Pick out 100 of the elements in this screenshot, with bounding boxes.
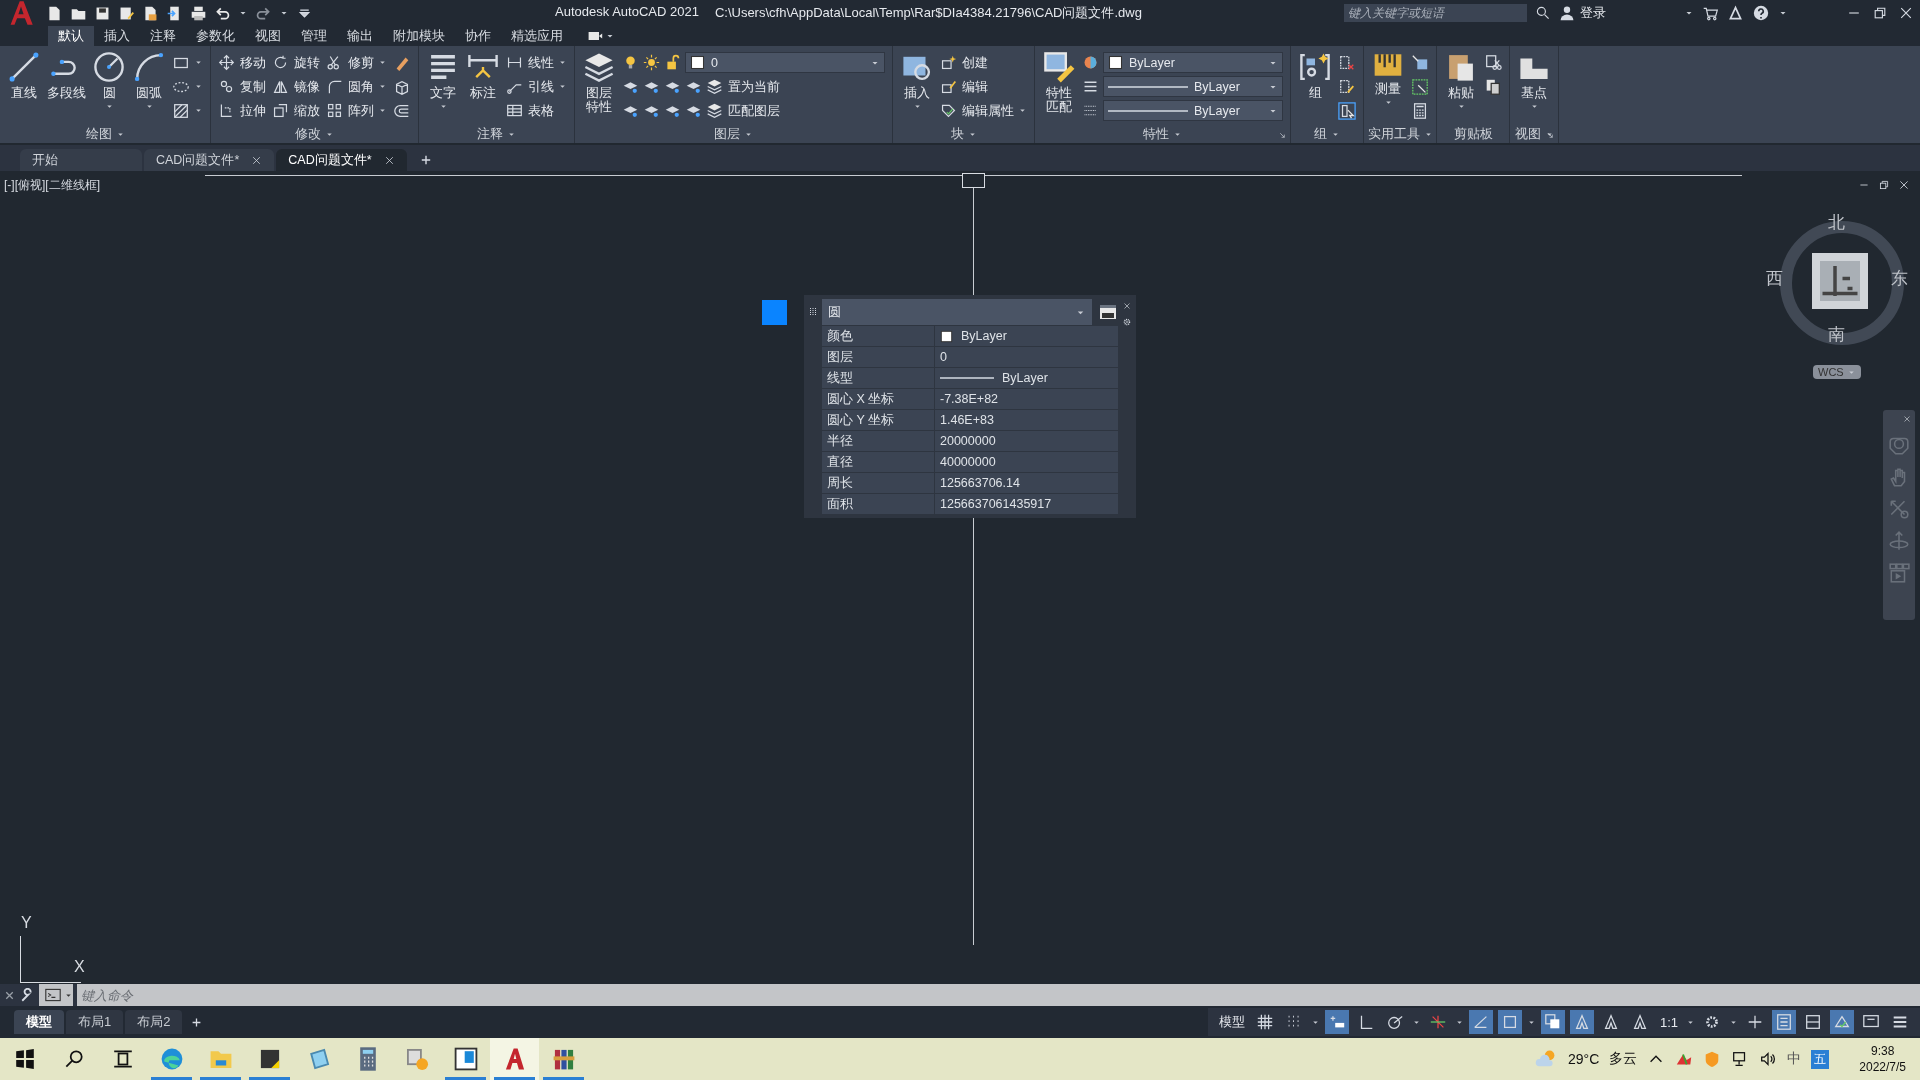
ribbon-button[interactable]: 基点 <box>1517 50 1551 111</box>
ribbon-button[interactable]: 组 <box>1298 50 1332 100</box>
ribbon-button[interactable]: 直线 <box>7 50 41 100</box>
task-view-icon[interactable] <box>111 1048 134 1070</box>
ribbon-button[interactable]: 缩放 <box>272 101 320 120</box>
window-app-icon[interactable] <box>452 1046 479 1072</box>
ungroup-icon[interactable] <box>1338 53 1356 72</box>
annotation-icon[interactable] <box>1569 1010 1594 1034</box>
ribbon-button[interactable]: 图层特性 <box>582 50 616 114</box>
new-file-icon[interactable] <box>46 4 63 22</box>
viewport-controls[interactable]: [-][俯视][二维线框] <box>4 177 100 194</box>
layout-tab[interactable]: 布局2 <box>125 1010 183 1034</box>
settings-icon[interactable] <box>1122 317 1132 327</box>
file-tab[interactable]: CAD问题文件* <box>276 149 407 171</box>
search-field[interactable]: 键入关键字或短语 <box>1344 4 1527 22</box>
hatch-icon[interactable] <box>172 101 190 120</box>
select-all-icon[interactable] <box>1411 77 1429 96</box>
close-icon[interactable] <box>1122 301 1132 311</box>
ribbon-tab[interactable]: 参数化 <box>186 26 245 46</box>
property-value[interactable]: 1.46E+83 <box>940 413 994 427</box>
input-mode[interactable]: 中 <box>1787 1050 1802 1068</box>
ribbon-button[interactable]: 粘贴 <box>1444 50 1478 111</box>
file-tab[interactable]: 开始 <box>20 149 142 171</box>
panel-title[interactable]: 图层 <box>714 126 740 143</box>
ribbon-tab[interactable]: 注释 <box>140 26 186 46</box>
ribbon-button[interactable]: 匹配图层 <box>706 101 780 120</box>
compass-label[interactable]: 西 <box>1766 267 1783 290</box>
close-icon[interactable] <box>383 154 395 166</box>
panel-title[interactable]: 修改 <box>295 126 321 143</box>
layout-tab[interactable]: 模型 <box>14 1010 64 1034</box>
color-wheel-icon[interactable] <box>1082 54 1099 71</box>
padlock-icon[interactable] <box>664 54 681 71</box>
panel-title[interactable]: 块 <box>950 126 964 143</box>
ribbon-button[interactable]: 引线 <box>506 77 554 96</box>
ribbon-tab[interactable]: 视图 <box>245 26 291 46</box>
dropdown[interactable]: ByLayer <box>1103 52 1283 73</box>
ribbon-tab[interactable]: 插入 <box>94 26 140 46</box>
model-space-button[interactable]: 模型 <box>1215 1011 1248 1033</box>
triangle-nodes-icon[interactable] <box>1727 4 1744 22</box>
panel-title[interactable]: 特性 <box>1143 126 1169 143</box>
print-icon[interactable] <box>190 4 207 22</box>
object-snap-icon[interactable] <box>1497 1010 1522 1034</box>
ribbon-tab[interactable]: 管理 <box>291 26 337 46</box>
clock-time[interactable]: 9:38 <box>1870 1043 1895 1059</box>
grip-square[interactable] <box>762 300 787 325</box>
ribbon-tab[interactable]: 精选应用 <box>501 26 573 46</box>
ribbon-button[interactable]: 镜像 <box>272 77 320 96</box>
compass-label[interactable]: 南 <box>1828 323 1845 346</box>
quick-select-icon[interactable] <box>1411 53 1429 72</box>
lineweight-icon[interactable] <box>1082 78 1099 95</box>
temperature[interactable]: 29°C <box>1568 1051 1600 1067</box>
restore-icon[interactable] <box>1872 5 1888 21</box>
property-value[interactable]: 20000000 <box>940 434 996 448</box>
dialog-launcher-icon[interactable] <box>1278 131 1287 140</box>
ribbon-button[interactable]: 插入 <box>900 50 934 111</box>
transparency-icon[interactable] <box>1540 1010 1565 1034</box>
isometric-icon[interactable] <box>1468 1010 1493 1034</box>
ribbon-button[interactable]: 圆弧 <box>132 50 166 111</box>
sun-icon[interactable] <box>643 54 660 71</box>
dynamic-input-icon[interactable] <box>1324 1010 1349 1034</box>
search-icon[interactable] <box>1535 5 1551 21</box>
windows-icon[interactable] <box>13 1048 36 1070</box>
quick-properties-icon[interactable] <box>1772 1010 1796 1034</box>
layout-tab[interactable]: 布局1 <box>66 1010 124 1034</box>
calculator-icon[interactable] <box>1411 101 1429 120</box>
object-type-dropdown[interactable]: 圆 <box>822 299 1092 325</box>
ribbon-button[interactable]: 复制 <box>218 77 266 96</box>
ribbon-tab[interactable]: 默认 <box>48 26 94 46</box>
ribbon-button[interactable]: 表格 <box>506 101 554 120</box>
restore-icon[interactable] <box>1878 179 1890 191</box>
ribbon-tab[interactable]: 输出 <box>337 26 383 46</box>
ribbon-button[interactable]: 置为当前 <box>706 77 780 96</box>
view-cube-face-icon[interactable] <box>1812 253 1868 309</box>
ribbon-button[interactable]: 移动 <box>218 53 266 72</box>
file-tab[interactable]: CAD问题文件* <box>144 149 275 171</box>
panel-title[interactable]: 绘图 <box>85 126 112 143</box>
close-icon[interactable] <box>251 154 263 166</box>
ribbon-button[interactable]: 线性 <box>506 53 554 72</box>
web-document-icon[interactable] <box>142 4 159 22</box>
property-value[interactable]: -7.38E+82 <box>940 392 999 406</box>
property-value[interactable]: 1256637061435917 <box>940 497 1052 511</box>
property-value[interactable]: 40000000 <box>940 455 996 469</box>
ribbon-button[interactable]: 创建 <box>940 53 988 72</box>
close-icon[interactable] <box>1898 179 1910 191</box>
ribbon-button[interactable]: 圆角 <box>326 77 374 96</box>
property-value[interactable]: ByLayer <box>961 329 1007 343</box>
panel-settings-icon[interactable] <box>1098 302 1118 322</box>
property-value[interactable]: ByLayer <box>1002 371 1048 385</box>
panel-title[interactable]: 实用工具 <box>1367 126 1420 143</box>
ribbon-button[interactable]: 拉伸 <box>218 101 266 120</box>
command-input[interactable]: 键入命令 <box>77 984 1920 1006</box>
cut-icon[interactable] <box>1484 53 1502 72</box>
close-icon[interactable] <box>1898 5 1914 21</box>
ribbon-button[interactable]: 编辑 <box>940 77 988 96</box>
ribbon-button[interactable]: 阵列 <box>326 101 374 120</box>
group-edit-icon[interactable] <box>1338 77 1356 96</box>
clock-date[interactable]: 2022/7/5 <box>1859 1059 1906 1075</box>
dropdown[interactable]: ByLayer <box>1103 76 1283 97</box>
compass-label[interactable]: 北 <box>1828 211 1845 234</box>
dropdown[interactable]: ByLayer <box>1103 100 1283 121</box>
